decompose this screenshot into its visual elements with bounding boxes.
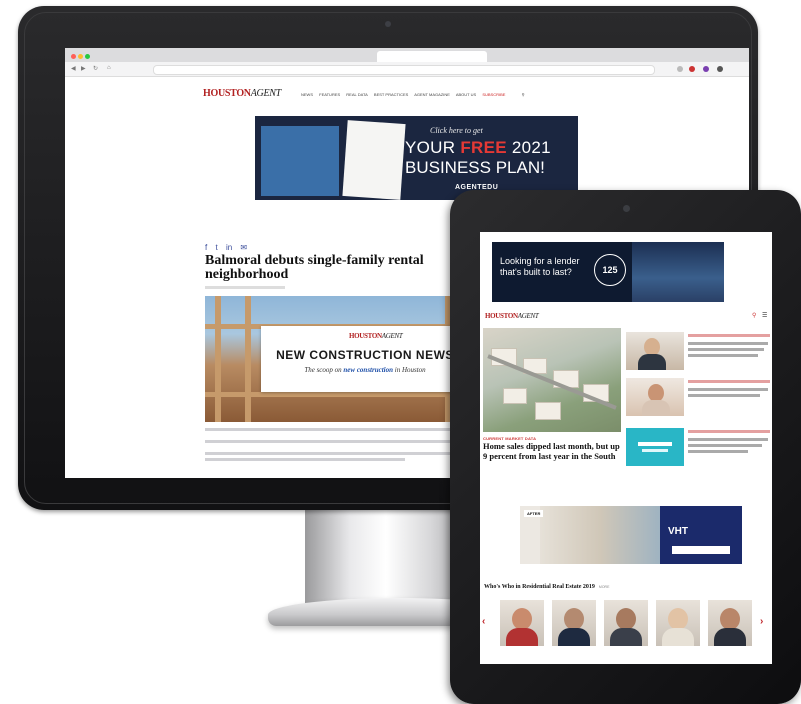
lender-ad[interactable]: Looking for a lender that's built to las…: [492, 242, 724, 302]
profile-icon[interactable]: [703, 66, 709, 72]
new-construction-card: HOUSTONAGENT NEW CONSTRUCTION NEWS The s…: [261, 326, 469, 392]
tablet-site-logo[interactable]: HOUSTONAGENT: [485, 312, 539, 320]
side-story-kicker: [688, 430, 770, 433]
monitor-camera: [385, 21, 391, 27]
carousel-next-icon[interactable]: ›: [760, 616, 763, 627]
ad-room-image: [540, 506, 660, 564]
menu-icon[interactable]: [717, 66, 723, 72]
nav-item-about-us[interactable]: ABOUT US: [456, 92, 476, 97]
article-paragraph: [205, 458, 405, 461]
whos-who-more-link[interactable]: MORE: [599, 585, 610, 589]
ad-vht-logo: VHT: [668, 526, 688, 537]
profile-card[interactable]: [604, 600, 648, 646]
browser-tab[interactable]: [495, 51, 595, 62]
browser-tab[interactable]: [230, 51, 330, 62]
ad-text: Looking for a lender that's built to las…: [500, 256, 580, 277]
profile-card[interactable]: [656, 600, 700, 646]
site-nav: NEWS FEATURES REAL DATA BEST PRACTICES A…: [301, 92, 530, 97]
ad-city-image: [632, 242, 724, 302]
article-hero-image: HOUSTONAGENT NEW CONSTRUCTION NEWS The s…: [205, 296, 475, 422]
forward-icon[interactable]: ▶: [81, 65, 86, 72]
maximize-window-icon[interactable]: [85, 54, 90, 59]
main-story-image[interactable]: [483, 328, 621, 432]
browser-tab[interactable]: [125, 51, 225, 62]
facebook-icon[interactable]: f: [205, 243, 207, 252]
hamburger-menu-icon[interactable]: ☰: [762, 312, 767, 319]
article-byline: [205, 286, 285, 289]
side-story-kicker: [688, 380, 770, 383]
ad-text-line3: BUSINESS PLAN!: [405, 158, 545, 177]
site-logo[interactable]: HOUSTONAGENT: [203, 88, 281, 99]
vht-ad[interactable]: AFTER VHT: [520, 506, 742, 564]
main-story-headline[interactable]: Home sales dipped last month, but up 9 p…: [483, 441, 623, 461]
email-icon[interactable]: ✉: [240, 243, 247, 252]
banner-ad-business-plan[interactable]: Click here to get YOUR FREE 2021 BUSINES…: [255, 116, 578, 200]
nav-item-subscribe[interactable]: SUBSCRIBE: [482, 92, 505, 97]
nav-item-agent-magazine[interactable]: AGENT MAGAZINE: [414, 92, 450, 97]
nav-item-real-data[interactable]: REAL DATA: [346, 92, 368, 97]
browser-toolbar: ◀ ▶ ↻ ⌂: [65, 62, 749, 77]
search-icon[interactable]: ⚲: [522, 92, 525, 97]
profile-card[interactable]: [552, 600, 596, 646]
side-story-headline[interactable]: [688, 438, 768, 441]
card-logo: HOUSTONAGENT: [349, 332, 403, 340]
side-story-thumbnail[interactable]: [626, 428, 684, 466]
article-paragraph: [205, 440, 465, 443]
article-paragraph: [205, 428, 475, 431]
address-bar[interactable]: [153, 65, 655, 75]
card-subtitle: The scoop on new construction in Houston: [304, 366, 426, 374]
reload-icon[interactable]: ↻: [93, 65, 98, 72]
ad-anniversary-badge: 125: [594, 254, 626, 286]
ad-cta-button[interactable]: [672, 546, 730, 554]
window-controls: [71, 52, 92, 61]
nav-item-news[interactable]: NEWS: [301, 92, 313, 97]
extension-icon[interactable]: [677, 66, 683, 72]
twitter-icon[interactable]: t: [215, 243, 217, 252]
side-story-headline[interactable]: [688, 342, 768, 345]
nav-item-best-practices[interactable]: BEST PRACTICES: [374, 92, 408, 97]
ad-document-image: [342, 120, 406, 200]
tablet-camera: [623, 205, 630, 212]
profile-card[interactable]: [500, 600, 544, 646]
share-bar: f t in ✉: [205, 243, 253, 252]
tablet-screen: Looking for a lender that's built to las…: [480, 232, 772, 664]
card-title: NEW CONSTRUCTION NEWS: [276, 348, 454, 362]
whos-who-title: Who's Who in Residential Real Estate 201…: [484, 584, 610, 590]
browser-tab-bar: [65, 48, 749, 62]
carousel-prev-icon[interactable]: ‹: [482, 616, 485, 627]
extension-icon[interactable]: [689, 66, 695, 72]
side-story-thumbnail[interactable]: [626, 378, 684, 416]
ad-text-line2: YOUR FREE 2021: [405, 138, 551, 157]
ad-after-badge: AFTER: [524, 510, 544, 517]
ad-text-line1: Click here to get: [430, 126, 483, 135]
ad-book-image: [261, 126, 339, 196]
nav-item-features[interactable]: FEATURES: [319, 92, 340, 97]
browser-tab-active[interactable]: [377, 51, 487, 62]
profile-card[interactable]: [708, 600, 752, 646]
tablet-device: Looking for a lender that's built to las…: [450, 190, 801, 704]
article-paragraph: [205, 452, 475, 455]
close-window-icon[interactable]: [71, 54, 76, 59]
side-story-thumbnail[interactable]: [626, 332, 684, 370]
article-title: Balmoral debuts single-family rental nei…: [205, 253, 424, 282]
side-story-headline[interactable]: [688, 388, 768, 391]
home-icon[interactable]: ⌂: [107, 65, 111, 71]
minimize-window-icon[interactable]: [78, 54, 83, 59]
back-icon[interactable]: ◀: [71, 65, 76, 72]
browser-tab[interactable]: [605, 51, 695, 62]
linkedin-icon[interactable]: in: [226, 243, 232, 252]
side-story-kicker: [688, 334, 770, 337]
search-icon[interactable]: ⚲: [752, 312, 756, 319]
